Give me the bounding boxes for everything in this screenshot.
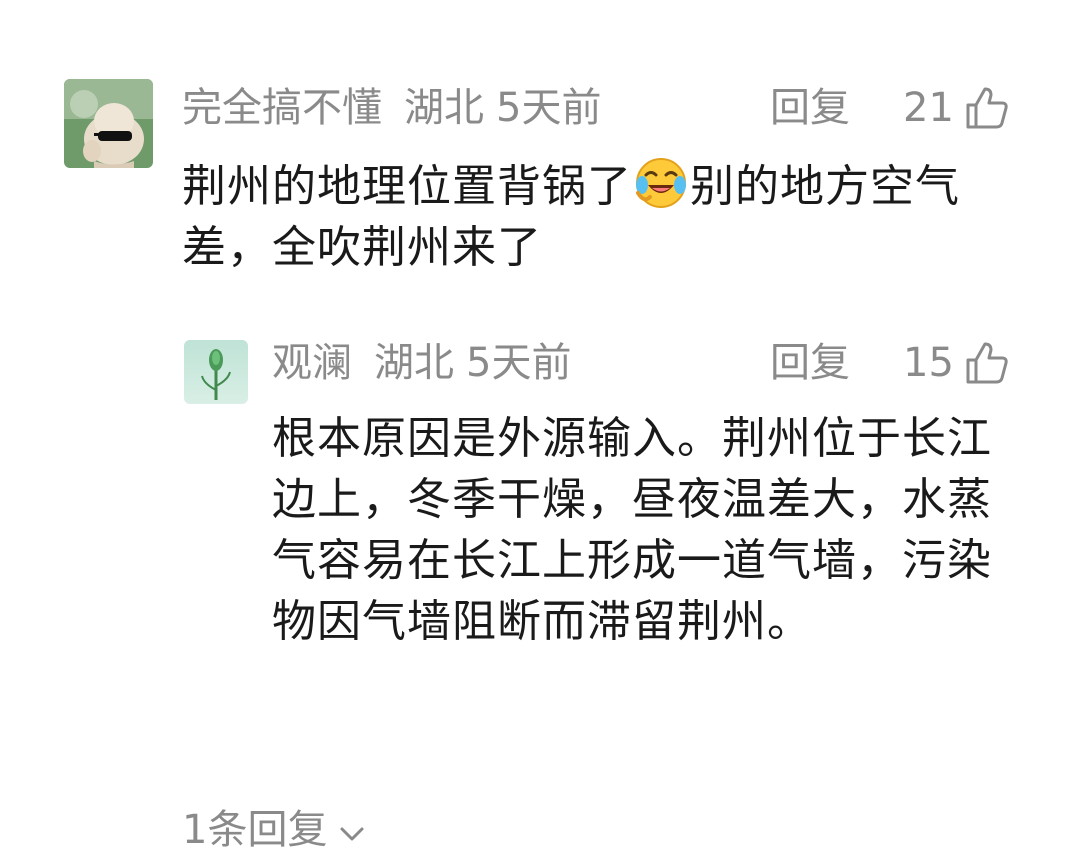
chevron-down-icon — [339, 805, 365, 855]
like-count: 21 — [903, 85, 954, 131]
like-count: 15 — [903, 340, 954, 386]
laughing-crying-face-icon — [634, 155, 688, 209]
username[interactable]: 观澜 — [272, 338, 352, 388]
location: 湖北 — [404, 85, 484, 131]
more-replies-label: 1条回复 — [182, 807, 328, 853]
more-replies-link[interactable]: 1条回复 — [182, 805, 365, 855]
flower-avatar-image — [184, 340, 248, 404]
timestamp: 5天前 — [496, 85, 602, 131]
comment-meta: 完全搞不懂 湖北 5天前 — [182, 83, 601, 133]
avatar[interactable] — [64, 79, 153, 168]
username[interactable]: 完全搞不懂 — [182, 83, 382, 133]
comment-item: 完全搞不懂 湖北 5天前 回复 21 荆州的地理位置背锅了 别的地方空气差，全吹… — [0, 0, 1080, 300]
thumbs-up-icon — [966, 342, 1008, 384]
reply-button[interactable]: 回复 — [770, 83, 850, 133]
timestamp: 5天前 — [466, 340, 572, 386]
reply-meta: 观澜 湖北 5天前 — [272, 338, 571, 388]
reply-item: 观澜 湖北 5天前 回复 15 根本原因是外源输入。荆州位于长江边上，冬季干燥，… — [0, 300, 1080, 780]
thumbs-up-icon — [966, 87, 1008, 129]
location: 湖北 — [374, 340, 454, 386]
comment-text: 荆州的地理位置背锅了 别的地方空气差，全吹荆州来了 — [182, 155, 1012, 278]
cat-avatar-image — [64, 79, 153, 168]
reply-text: 根本原因是外源输入。荆州位于长江边上，冬季干燥，昼夜温差大，水蒸气容易在长江上形… — [272, 413, 992, 647]
avatar[interactable] — [184, 340, 248, 404]
like-button[interactable]: 15 — [903, 338, 1010, 388]
like-button[interactable]: 21 — [903, 83, 1010, 133]
reply-button[interactable]: 回复 — [770, 338, 850, 388]
comment-text-part-1: 荆州的地理位置背锅了 — [182, 161, 632, 212]
